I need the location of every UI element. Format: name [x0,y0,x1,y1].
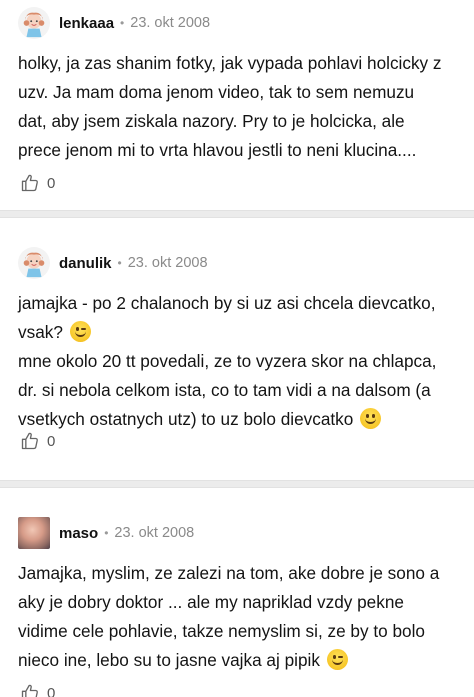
comment-line-with-emoji: vsak? [18,318,460,347]
comment-line: Jamajka, myslim, ze zalezi na tom, ake d… [18,563,440,583]
girl-doll-avatar-icon[interactable] [18,247,50,279]
comment-actions: 0 [20,683,55,697]
girl-doll-avatar-icon[interactable] [18,7,50,39]
like-count: 0 [47,684,56,697]
comment-actions: 0 [20,431,55,451]
comment-line: vsak? [18,322,63,342]
comment-line: mne okolo 20 tt povedali, ze to vyzera s… [18,351,437,371]
comment-actions: 0 [20,173,55,193]
thumbs-up-icon [21,684,38,697]
comment-line: vsetkych ostatnych utz) to uz bolo dievc… [18,409,354,429]
author-name[interactable]: maso [59,525,98,542]
comment-text: Jamajka, myslim, ze zalezi na tom, ake d… [18,559,460,675]
comment-line: vidime cele pohlavie, takze nemyslim si,… [18,621,425,641]
comment-line: uzv. Ja mam doma jenom video, tak to sem… [18,82,415,102]
comment-header: danulik • 23. okt 2008 [18,246,460,280]
thumbs-up-icon [21,174,38,192]
like-count: 0 [47,174,56,192]
comment: danulik • 23. okt 2008 jamajka - po 2 ch… [0,218,474,480]
comment-header: maso • 23. okt 2008 [18,516,460,550]
comment-text: holky, ja zas shanim fotky, jak vypada p… [18,49,460,165]
like-count: 0 [47,432,56,450]
wink-emoji-icon [69,321,91,342]
comment: lenkaaa • 23. okt 2008 holky, ja zas sha… [0,0,474,210]
comment-divider [0,480,474,488]
meta-separator: • [117,256,122,270]
comment-line-with-emoji: vsetkych ostatnych utz) to uz bolo dievc… [18,405,460,434]
author-name[interactable]: danulik [59,255,112,272]
comment-line: dr. si nebola celkom ista, co to tam vid… [18,380,431,400]
author-name[interactable]: lenkaaa [59,15,114,32]
comment-header: lenkaaa • 23. okt 2008 [18,6,460,40]
comment-line: jamajka - po 2 chalanoch by si uz asi ch… [18,293,436,313]
comment-line: holky, ja zas shanim fotky, jak vypada p… [18,53,442,73]
comment-date: 23. okt 2008 [127,255,208,271]
smile-emoji-icon [360,408,382,429]
comment-divider [0,210,474,218]
user-photo-avatar[interactable] [18,517,50,549]
like-button[interactable]: 0 [20,173,55,193]
wink-emoji-icon [326,649,348,670]
thumbs-up-icon [21,432,38,450]
comment-line: aky je dobry doktor ... ale my napriklad… [18,592,404,612]
like-button[interactable]: 0 [20,431,55,451]
comment-line: prece jenom mi to vrta hlavou jestli to … [18,140,417,160]
comment: maso • 23. okt 2008 Jamajka, myslim, ze … [0,488,474,697]
comment-text: jamajka - po 2 chalanoch by si uz asi ch… [18,289,460,434]
like-button[interactable]: 0 [20,683,55,697]
comment-line: nieco ine, lebo su to jasne vajka aj pip… [18,650,320,670]
meta-separator: • [120,16,125,30]
meta-separator: • [104,526,109,540]
comment-date: 23. okt 2008 [114,525,195,541]
comment-line-with-emoji: nieco ine, lebo su to jasne vajka aj pip… [18,646,460,675]
comment-date: 23. okt 2008 [130,15,211,31]
comment-line: dat, aby jsem ziskala nazory. Pry to je … [18,111,405,131]
